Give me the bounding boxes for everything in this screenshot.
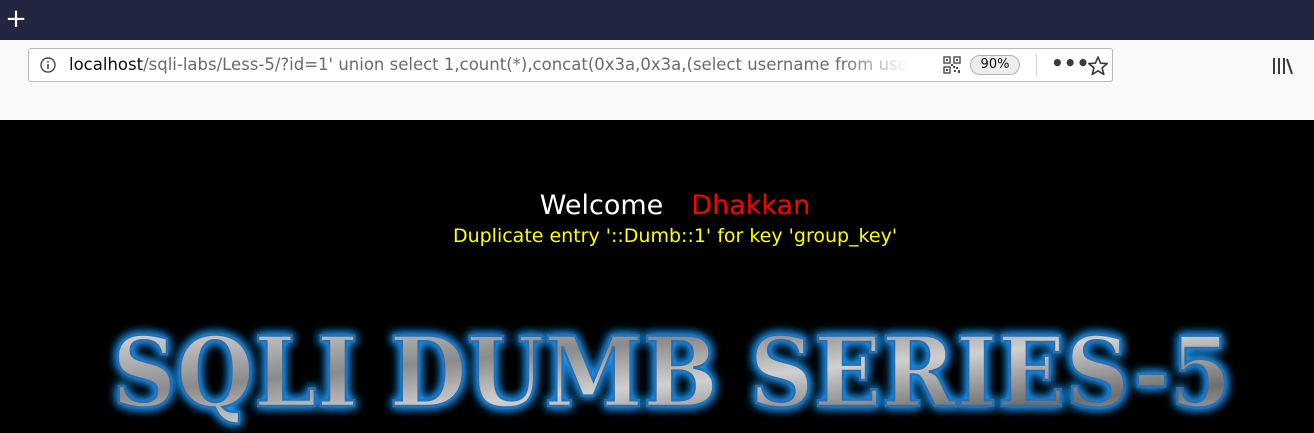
library-icon[interactable] (1271, 56, 1295, 76)
welcome-label: Welcome (539, 190, 664, 221)
new-tab-button[interactable]: + (2, 4, 30, 34)
sql-error-message: Duplicate entry '::Dumb::1' for key 'gro… (452, 225, 898, 247)
address-bar[interactable]: localhost/sqli-labs/Less-5/?id=1' union … (28, 48, 1113, 82)
bookmark-star-icon[interactable] (1087, 55, 1109, 77)
zoom-level-button[interactable]: 90% (970, 55, 1020, 75)
banner-text: SQLI DUMB SERIES-5 (112, 316, 1232, 429)
page-content: Welcome Dhakkan Duplicate entry '::Dumb::… (0, 120, 1314, 433)
tab-strip: + (0, 0, 1314, 40)
url-host: localhost (69, 55, 144, 74)
url-path: /sqli-labs/Less-5/?id=1' union select 1,… (143, 55, 909, 74)
url-text[interactable]: localhost/sqli-labs/Less-5/?id=1' union … (69, 49, 909, 81)
info-icon[interactable] (40, 57, 56, 73)
welcome-message: Welcome Dhakkan (0, 190, 1314, 221)
page-actions-more-icon[interactable]: ••• (1051, 53, 1089, 75)
series-banner: SQLI DUMB SERIES-5 (100, 316, 1250, 433)
qr-code-icon[interactable] (943, 56, 961, 74)
user-name: Dhakkan (691, 190, 811, 221)
toolbar-divider (1036, 54, 1037, 76)
navigation-toolbar: localhost/sqli-labs/Less-5/?id=1' union … (0, 40, 1314, 120)
